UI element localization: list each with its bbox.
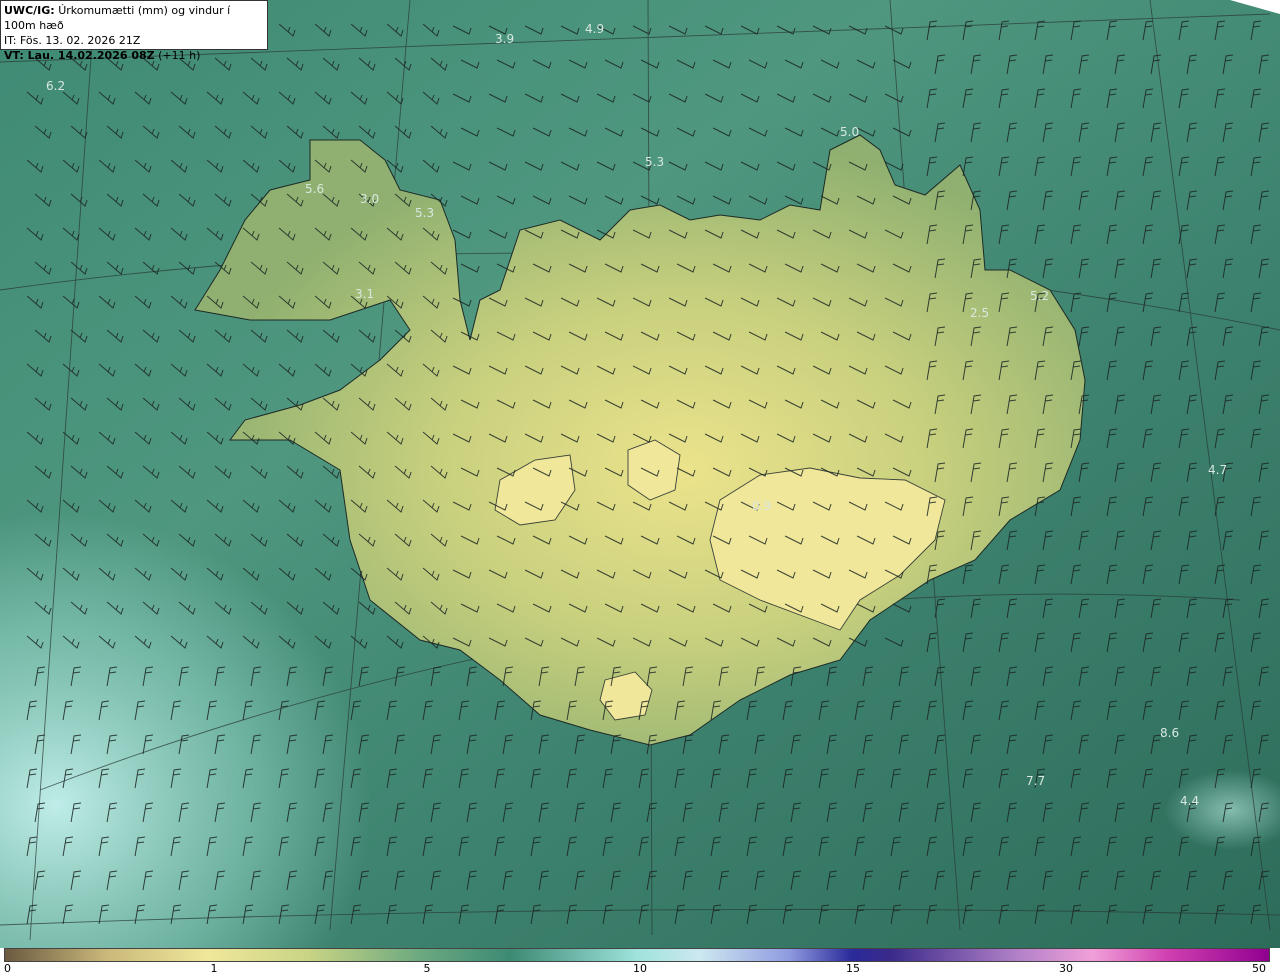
map-title-box: UWC/IG: Úrkomumætti (mm) og vindur í 100… [0,0,268,62]
colorbar [4,948,1270,962]
colorbar-legend: 0 1 5 10 15 30 50 [0,948,1280,978]
valid-time-line: VT: Lau. 14.02.2026 08Z (+11 h) [4,48,264,63]
value-label: 4.9 [585,22,604,36]
initial-time: IT: Fös. 13. 02. 2026 21Z [4,34,141,47]
colorbar-tick-label: 30 [1059,962,1073,975]
model-name: UWC/IG: [4,4,55,17]
value-label: 7.7 [1026,774,1045,788]
valid-time: VT: Lau. 14.02.2026 08Z [4,49,155,62]
value-label: 5.6 [305,182,324,196]
value-label: 3.9 [495,32,514,46]
value-label: 4.4 [1180,794,1199,808]
colorbar-tick-label: 5 [423,962,431,975]
precipitation-wind-map[interactable]: 3.9 4.9 6.2 5.0 5.3 5.6 3.0 5.3 3.1 5.2 … [0,0,1280,948]
value-label: 5.3 [645,155,664,169]
map-viewer: 3.9 4.9 6.2 5.0 5.3 5.6 3.0 5.3 3.1 5.2 … [0,0,1280,978]
value-label: 4.7 [1208,463,1227,477]
value-label: 5.2 [1030,289,1049,303]
colorbar-tick-label: 10 [633,962,647,975]
value-label: 0.9 [752,499,771,513]
colorbar-tick-label: 0 [4,962,11,975]
value-label: 8.6 [1160,726,1179,740]
value-label: 2.5 [970,306,989,320]
value-label: 5.3 [415,206,434,220]
colorbar-tick-label: 50 [1252,962,1266,975]
value-label: 3.1 [355,287,374,301]
colorbar-tick-label: 1 [210,962,218,975]
colorbar-tick-label: 15 [846,962,860,975]
forecast-offset: (+11 h) [158,49,201,62]
title-line: UWC/IG: Úrkomumætti (mm) og vindur í 100… [4,3,264,33]
value-label: 6.2 [46,79,65,93]
value-label: 5.0 [840,125,859,139]
value-label: 3.0 [360,192,379,206]
